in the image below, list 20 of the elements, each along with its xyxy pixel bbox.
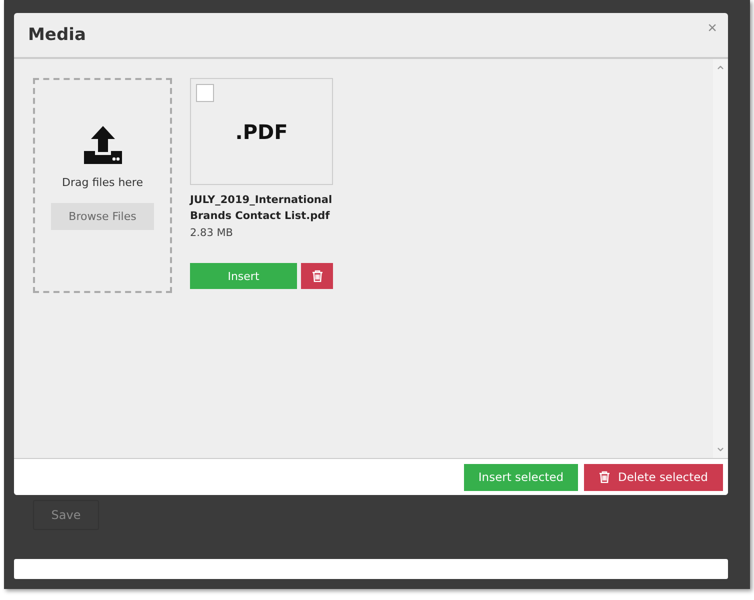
file-type: .PDF (235, 120, 288, 144)
browse-files-button[interactable]: Browse Files (51, 203, 154, 230)
file-name: JULY_2019_International Brands Contact List.pdf (190, 193, 333, 224)
drop-zone[interactable]: Drag files here Browse Files (33, 78, 172, 293)
dialog-title: Media (28, 25, 86, 45)
checkbox[interactable] (196, 84, 214, 102)
scroll-up-icon[interactable] (716, 63, 725, 72)
trash-icon (312, 270, 322, 282)
file-thumbnail[interactable]: .PDF (190, 78, 333, 185)
drop-hint: Drag files here (62, 176, 143, 189)
upload-icon (84, 126, 122, 164)
file-size: 2.83 MB (190, 227, 234, 239)
trash-icon (599, 471, 610, 483)
save-button[interactable]: Save (33, 500, 99, 530)
insert-button[interactable]: Insert (190, 263, 297, 289)
close-button[interactable]: × (708, 20, 717, 38)
delete-selected-button[interactable]: Delete selected (584, 464, 723, 490)
scroll-down-icon[interactable] (716, 445, 725, 454)
delete-button[interactable] (301, 263, 333, 289)
insert-selected-button[interactable]: Insert selected (464, 464, 578, 490)
